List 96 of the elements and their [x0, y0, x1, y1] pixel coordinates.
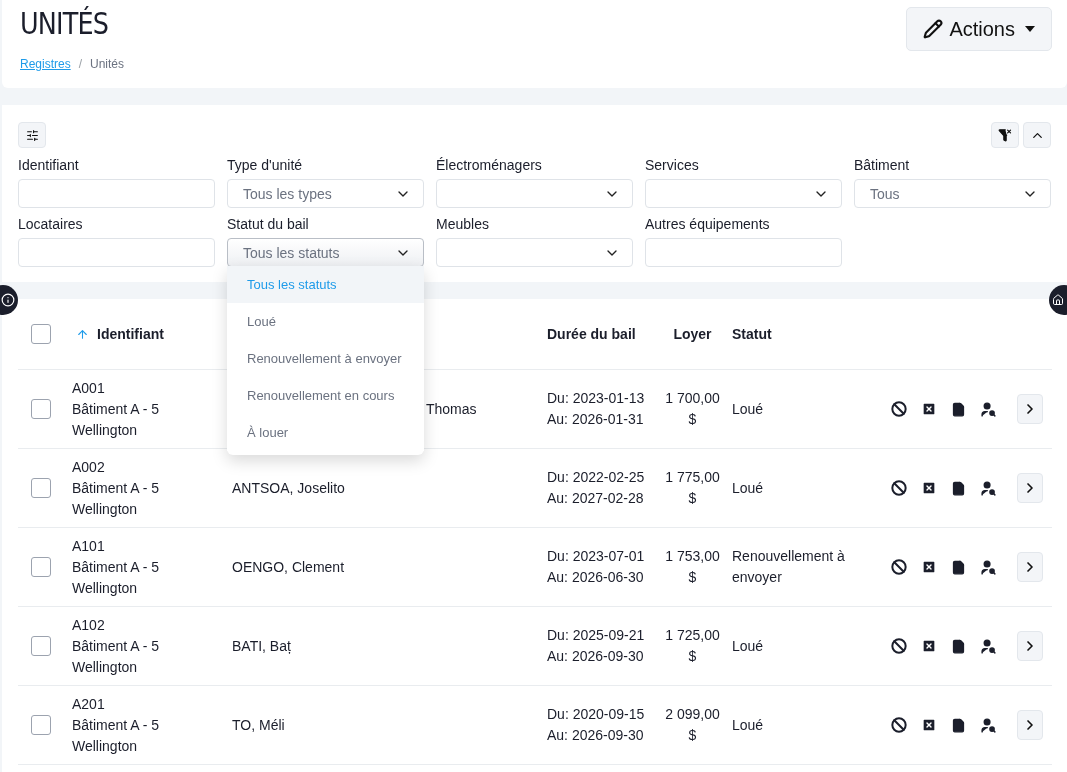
unit-cell-text: A102 Bâtiment A - 5 Wellington — [72, 615, 161, 677]
tenant-cell-text: ANTSOA, Joselito — [231, 478, 346, 498]
dropdown-option[interactable]: À louer — [227, 414, 424, 451]
open-button[interactable] — [1017, 710, 1043, 740]
close-icon[interactable] — [921, 638, 937, 654]
select-field[interactable]: Tous — [854, 179, 1051, 208]
clear-filter-button[interactable] — [991, 122, 1019, 148]
column-header[interactable]: Loyer — [660, 326, 725, 342]
tenant-cell-text: OENGO, Clement — [231, 557, 346, 577]
filter-label: Autres équipements — [645, 216, 771, 234]
select-field[interactable] — [436, 179, 633, 208]
rent-cell-text: 1 725,00 $ — [664, 626, 721, 666]
column-header[interactable]: Durée du bail — [547, 326, 660, 342]
ban-icon[interactable] — [891, 480, 907, 496]
close-icon[interactable] — [921, 401, 937, 417]
dropdown-option[interactable]: Renouvellement en cours — [227, 377, 424, 414]
home-icon — [1052, 294, 1064, 306]
unit-cell-text: A201 Bâtiment A - 5 Wellington — [72, 694, 161, 756]
status-cell-text: Loué — [731, 399, 765, 419]
ban-icon[interactable] — [891, 559, 907, 575]
filter-label: Meubles — [436, 216, 490, 234]
lease-dates-cell-text: Du: 2022-02-25 Au: 2027-02-28 — [547, 468, 646, 508]
column-header[interactable]: Statut — [725, 326, 875, 342]
select-all-checkbox[interactable] — [31, 324, 51, 344]
filter-label: Locataires — [18, 216, 84, 234]
open-button[interactable] — [1017, 631, 1043, 661]
breadcrumb-separator: / — [78, 57, 83, 71]
document-icon[interactable] — [951, 717, 966, 733]
tenant-cell-text: Thomas — [425, 399, 478, 419]
open-button[interactable] — [1017, 394, 1043, 424]
filter-label: Électroménagers — [436, 157, 543, 175]
ban-icon[interactable] — [891, 638, 907, 654]
input-field[interactable] — [18, 179, 215, 208]
status-cell-text: Renouvellement à envoyer — [731, 547, 846, 587]
row-checkbox[interactable] — [31, 715, 51, 735]
lease-dates-cell-text: Du: 2025-09-21 Au: 2026-09-30 — [547, 626, 646, 666]
user-search-icon[interactable] — [980, 479, 997, 497]
rent-cell-text: 1 700,00 $ — [664, 389, 721, 429]
info-icon — [1, 293, 15, 307]
rent-cell-text: 1 753,00 $ — [664, 547, 721, 587]
input-field[interactable] — [18, 238, 215, 267]
clear-filter-icon — [998, 128, 1012, 142]
select-field[interactable]: Tous les statuts — [227, 238, 424, 267]
ban-icon[interactable] — [891, 401, 907, 417]
document-icon[interactable] — [951, 638, 966, 654]
dropdown-option[interactable]: Loué — [227, 303, 424, 340]
close-icon[interactable] — [921, 480, 937, 496]
close-icon[interactable] — [921, 559, 937, 575]
tenant-cell-text: TO, Méli — [231, 715, 286, 735]
select-field[interactable] — [645, 179, 842, 208]
lease-dates-cell-text: Du: 2023-01-13 Au: 2026-01-31 — [547, 389, 646, 429]
filter-label: Type d'unité — [227, 157, 304, 175]
filter-label: Services — [645, 157, 700, 175]
pencil-icon — [923, 19, 944, 39]
unit-cell-text: A101 Bâtiment A - 5 Wellington — [72, 536, 161, 598]
select-field[interactable]: Tous les types — [227, 179, 424, 208]
document-icon[interactable] — [951, 480, 966, 496]
sort-arrow-icon[interactable] — [76, 327, 89, 341]
status-cell-text: Loué — [731, 636, 765, 656]
close-icon[interactable] — [921, 717, 937, 733]
column-header[interactable]: Identifiant — [97, 326, 164, 342]
document-icon[interactable] — [951, 401, 966, 417]
tenant-cell-text: BATI, Baț — [231, 636, 292, 656]
page-title: UNITÉS — [20, 6, 109, 41]
filter-label: Statut du bail — [227, 216, 310, 234]
unit-cell-text: A002 Bâtiment A - 5 Wellington — [72, 457, 161, 519]
user-search-icon[interactable] — [980, 400, 997, 418]
row-checkbox[interactable] — [31, 399, 51, 419]
input-field[interactable] — [645, 238, 842, 267]
rent-cell-text: 1 775,00 $ — [664, 468, 721, 508]
open-button[interactable] — [1017, 552, 1043, 582]
lease-dates-cell-text: Du: 2020-09-15 Au: 2026-09-30 — [547, 705, 646, 745]
status-cell-text: Loué — [731, 715, 765, 735]
document-icon[interactable] — [951, 559, 966, 575]
actions-button[interactable]: Actions — [906, 7, 1052, 51]
breadcrumb-current: Unités — [90, 57, 125, 71]
lease-dates-cell-text: Du: 2023-07-01 Au: 2026-06-30 — [547, 547, 646, 587]
unit-cell-text: A001 Bâtiment A - 5 Wellington — [72, 378, 161, 440]
sliders-icon — [25, 128, 39, 142]
row-checkbox[interactable] — [31, 636, 51, 656]
status-cell-text: Loué — [731, 478, 765, 498]
filter-label: Bâtiment — [854, 157, 911, 175]
rent-cell-text: 2 099,00 $ — [664, 705, 721, 745]
filter-settings-button[interactable] — [18, 122, 46, 148]
select-field[interactable] — [436, 238, 633, 267]
dropdown-option[interactable]: Tous les statuts — [227, 266, 424, 303]
row-checkbox[interactable] — [31, 478, 51, 498]
ban-icon[interactable] — [891, 717, 907, 733]
row-checkbox[interactable] — [31, 557, 51, 577]
filter-label: Identifiant — [18, 157, 80, 175]
user-search-icon[interactable] — [980, 716, 997, 734]
dropdown-option[interactable]: Renouvellement à envoyer — [227, 340, 424, 377]
open-button[interactable] — [1017, 473, 1043, 503]
user-search-icon[interactable] — [980, 558, 997, 576]
user-search-icon[interactable] — [980, 637, 997, 655]
breadcrumb-link[interactable]: Registres — [20, 57, 71, 71]
